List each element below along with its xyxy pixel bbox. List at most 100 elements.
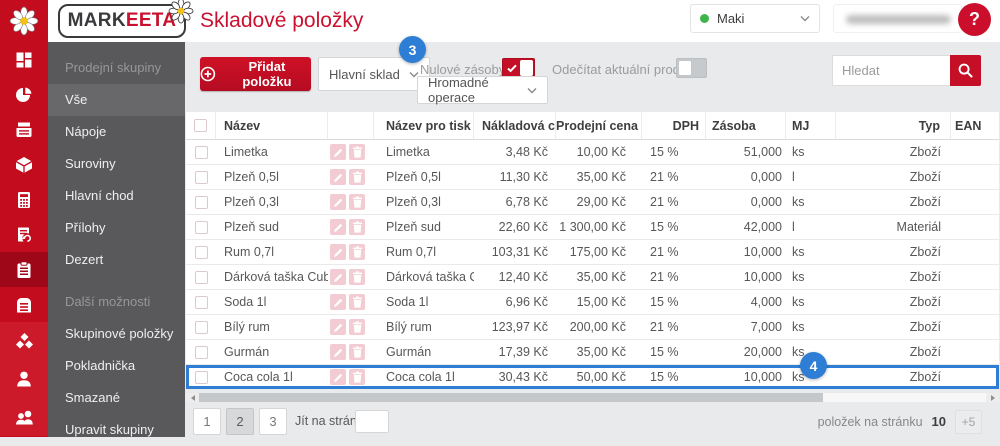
delete-icon[interactable]	[349, 219, 365, 235]
bulk-operations-select[interactable]: Hromadné operace	[417, 75, 548, 105]
search-input[interactable]	[832, 55, 950, 86]
stacked-cubes-icon[interactable]	[0, 322, 48, 360]
delete-icon[interactable]	[349, 244, 365, 260]
col-header-cost[interactable]: Nákladová ce...	[474, 112, 556, 139]
page-button[interactable]: 3	[259, 408, 287, 435]
scroll-right-arrow[interactable]	[986, 393, 999, 402]
delete-icon[interactable]	[349, 269, 365, 285]
sidebar-item[interactable]: Přílohy	[48, 212, 185, 244]
table-row[interactable]: Rum 0,7l Rum 0,7l 103,31 Kč 175,00 Kč 21…	[186, 240, 999, 265]
edit-icon[interactable]	[330, 319, 346, 335]
edit-icon[interactable]	[330, 244, 346, 260]
col-header-ean[interactable]: EAN	[951, 112, 999, 139]
goto-page-input[interactable]	[355, 410, 389, 433]
edit-icon[interactable]	[330, 144, 346, 160]
horizontal-scrollbar	[186, 393, 999, 402]
redacted-user-info[interactable]	[833, 4, 962, 33]
sidebar-item[interactable]: Pokladnička	[48, 350, 185, 382]
delete-icon[interactable]	[349, 294, 365, 310]
row-checkbox[interactable]	[194, 220, 208, 234]
sidebar-item[interactable]: Nápoje	[48, 116, 185, 148]
edit-icon[interactable]	[330, 344, 346, 360]
row-actions	[328, 165, 374, 189]
scrollbar-thumb[interactable]	[199, 393, 823, 402]
cell-stock: 7,000	[750, 320, 782, 334]
clipboard-list-icon[interactable]	[0, 252, 48, 287]
row-checkbox[interactable]	[194, 195, 208, 209]
row-checkbox[interactable]	[194, 295, 208, 309]
edit-icon[interactable]	[330, 294, 346, 310]
document-return-icon[interactable]	[0, 217, 48, 252]
edit-icon[interactable]	[330, 369, 346, 385]
col-header-unit[interactable]: MJ	[786, 112, 836, 139]
sidebar-item[interactable]: Dezert	[48, 244, 185, 276]
calculator-icon[interactable]	[0, 182, 48, 217]
cell-unit: l	[792, 170, 795, 184]
add-item-button[interactable]: Přidat položku	[200, 57, 311, 91]
delete-icon[interactable]	[349, 319, 365, 335]
row-checkbox[interactable]	[194, 345, 208, 359]
delete-icon[interactable]	[349, 369, 365, 385]
row-checkbox[interactable]	[194, 170, 208, 184]
person-icon[interactable]	[0, 360, 48, 398]
sidebar-item[interactable]: Upravit skupiny	[48, 414, 185, 446]
account-select[interactable]: Maki	[690, 4, 820, 33]
deduct-sales-toggle[interactable]	[676, 58, 707, 78]
table-row[interactable]: Plzeň 0,3l Plzeň 0,3l 6,78 Kč 29,00 Kč 2…	[186, 190, 999, 215]
edit-icon[interactable]	[330, 194, 346, 210]
scroll-left-arrow[interactable]	[186, 393, 199, 402]
per-page-add-button[interactable]: +5	[955, 409, 982, 434]
edit-icon[interactable]	[330, 269, 346, 285]
pie-chart-icon[interactable]	[0, 77, 48, 112]
sidebar-item[interactable]: Vše	[48, 84, 185, 116]
sidebar-item[interactable]: Suroviny	[48, 148, 185, 180]
col-header-vat[interactable]: DPH	[642, 112, 706, 139]
help-button[interactable]: ?	[958, 3, 991, 36]
table-row[interactable]: Soda 1l Soda 1l 6,96 Kč 15,00 Kč 15 % 4,…	[186, 290, 999, 315]
cash-drawer-icon[interactable]	[0, 287, 48, 322]
row-checkbox[interactable]	[194, 270, 208, 284]
printer-icon[interactable]	[0, 112, 48, 147]
col-header-price[interactable]: Prodejní cena	[556, 112, 642, 139]
delete-icon[interactable]	[349, 194, 365, 210]
cell-cost: 3,48 Kč	[505, 145, 548, 159]
page-button[interactable]: 2	[226, 408, 254, 435]
sidebar-item[interactable]: Smazané	[48, 382, 185, 414]
row-checkbox[interactable]	[194, 145, 208, 159]
dashboard-grid-icon[interactable]	[0, 42, 48, 77]
col-header-type[interactable]: Typ	[836, 112, 951, 139]
delete-icon[interactable]	[349, 344, 365, 360]
cell-cost: 103,31 Kč	[491, 245, 548, 259]
delete-icon[interactable]	[349, 169, 365, 185]
cell-print-name: Coca cola 1l	[386, 370, 455, 384]
table-row[interactable]: Plzeň sud Plzeň sud 22,60 Kč 1 300,00 Kč…	[186, 215, 999, 240]
page-button[interactable]: 1	[193, 408, 221, 435]
cell-unit: ks	[792, 245, 805, 259]
toggle-knob	[520, 60, 533, 76]
cell-vat: 21 %	[650, 270, 679, 284]
col-header-print-name[interactable]: Název pro tisk	[374, 112, 474, 139]
cell-ean	[951, 340, 999, 364]
edit-icon[interactable]	[330, 169, 346, 185]
delete-icon[interactable]	[349, 144, 365, 160]
row-checkbox[interactable]	[194, 320, 208, 334]
table-row[interactable]: Plzeň 0,5l Plzeň 0,5l 11,30 Kč 35,00 Kč …	[186, 165, 999, 190]
col-header-stock[interactable]: Zásoba	[706, 112, 786, 139]
cube-icon[interactable]	[0, 147, 48, 182]
cell-name: Limetka	[224, 145, 268, 159]
table-row[interactable]: Dárková taška Cuba libre Dárková taška C…	[186, 265, 999, 290]
table-row[interactable]: Gurmán Gurmán 17,39 Kč 35,00 Kč 15 % 20,…	[186, 340, 999, 365]
select-all-checkbox[interactable]	[194, 119, 207, 132]
sidebar-item[interactable]: Hlavní chod	[48, 180, 185, 212]
row-checkbox[interactable]	[194, 370, 208, 384]
search-button[interactable]	[950, 55, 981, 86]
table-row[interactable]: Bílý rum Bílý rum 123,97 Kč 200,00 Kč 21…	[186, 315, 999, 340]
col-header-name[interactable]: Název	[216, 112, 328, 139]
table-row[interactable]: Coca cola 1l Coca cola 1l 30,43 Kč 50,00…	[186, 365, 999, 390]
row-checkbox[interactable]	[194, 245, 208, 259]
sidebar-item[interactable]: Skupinové položky	[48, 318, 185, 350]
edit-icon[interactable]	[330, 219, 346, 235]
table-row[interactable]: Limetka Limetka 3,48 Kč 10,00 Kč 15 % 51…	[186, 140, 999, 165]
row-actions	[328, 340, 374, 364]
people-icon[interactable]	[0, 398, 48, 436]
